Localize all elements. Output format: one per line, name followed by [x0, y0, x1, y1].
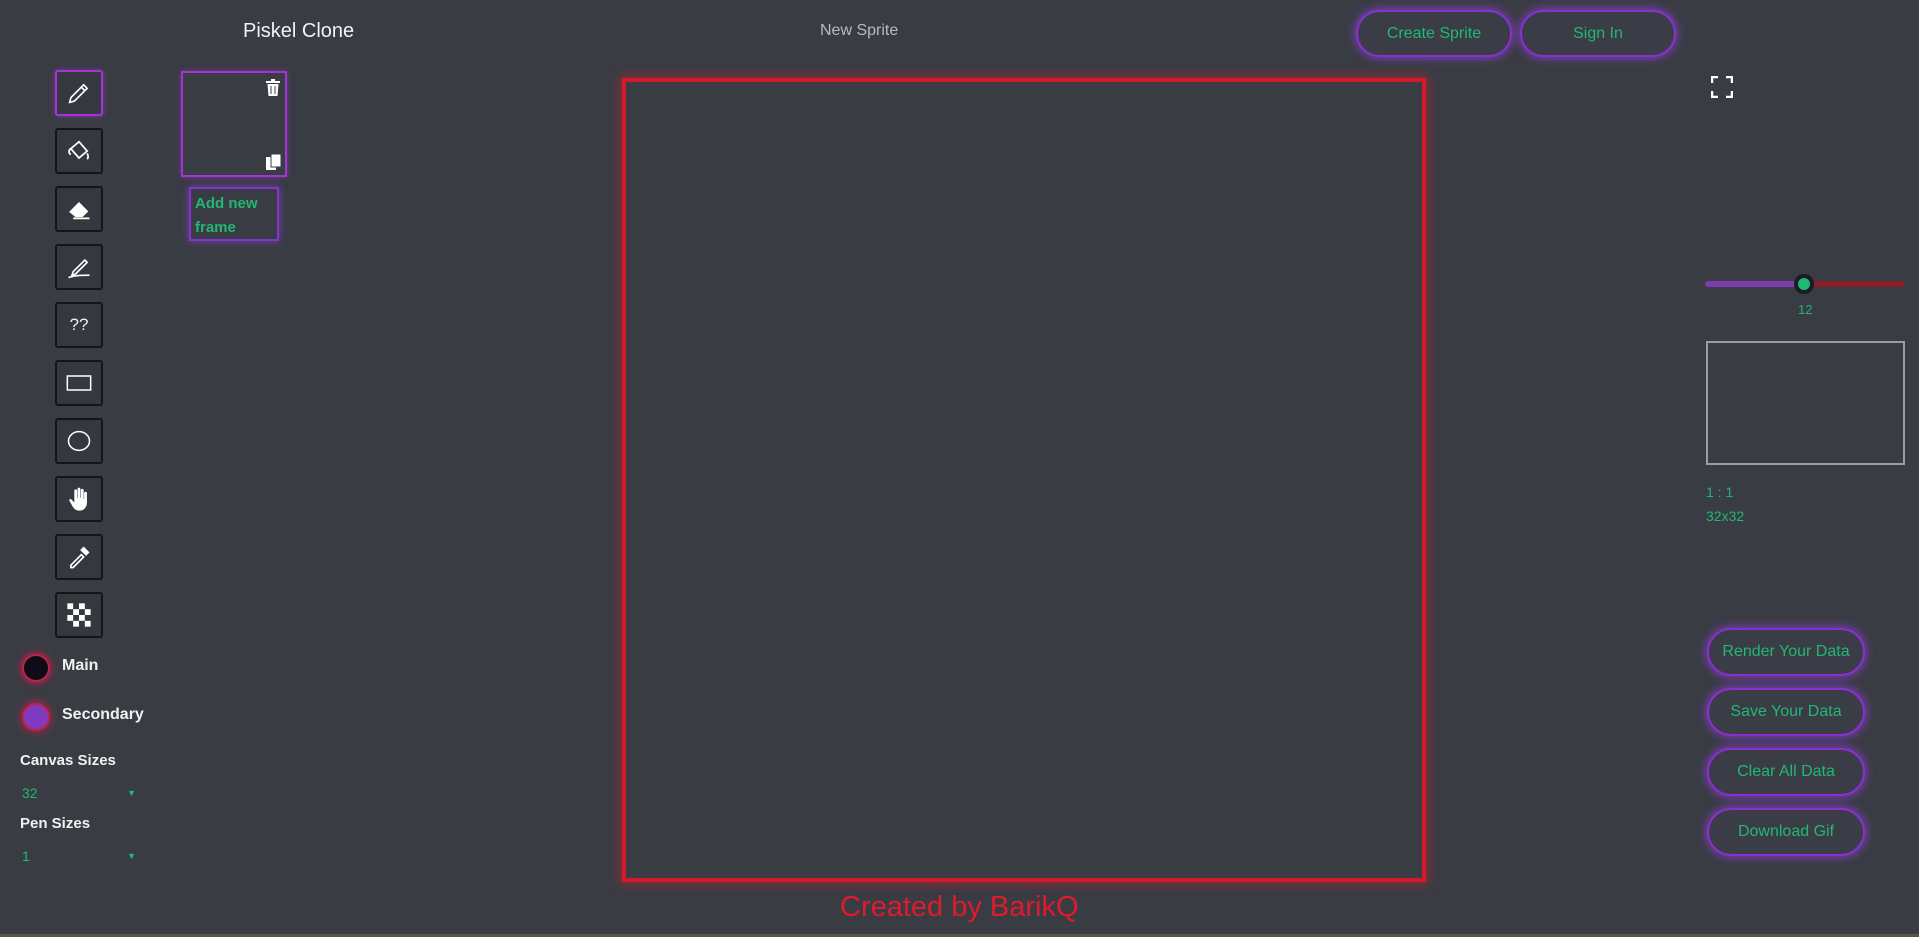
- save-data-button[interactable]: Save Your Data: [1707, 688, 1865, 736]
- canvas-dimensions: 32x32: [1706, 508, 1745, 524]
- canvas-size-value: 32: [22, 785, 38, 801]
- eyedropper-icon: [70, 546, 90, 569]
- unknown-tool-label: ??: [69, 315, 89, 334]
- frame-thumbnail[interactable]: [181, 71, 287, 177]
- pencil-icon: [68, 83, 89, 104]
- tool-paint-bucket[interactable]: [55, 128, 103, 174]
- pen-sizes-label: Pen Sizes: [20, 815, 91, 832]
- secondary-color-label: Secondary: [62, 706, 144, 723]
- tool-pen[interactable]: [55, 70, 103, 116]
- tool-rectangle[interactable]: [55, 360, 103, 406]
- tool-color-picker[interactable]: [55, 534, 103, 580]
- checkerboard-icon: [67, 603, 91, 627]
- tool-dithering[interactable]: [55, 592, 103, 638]
- circle-icon: [67, 430, 91, 452]
- add-new-frame-button[interactable]: Add new frame: [189, 187, 279, 241]
- fullscreen-icon[interactable]: [1711, 76, 1733, 98]
- tool-unknown[interactable]: ??: [55, 302, 103, 348]
- render-data-button[interactable]: Render Your Data: [1707, 628, 1865, 676]
- pen-size-value: 1: [22, 848, 30, 864]
- main-color-label: Main: [62, 657, 99, 674]
- chevron-down-icon: ▼: [127, 788, 136, 798]
- create-sprite-button[interactable]: Create Sprite: [1356, 10, 1512, 57]
- eraser-icon: [67, 202, 90, 220]
- duplicate-icon[interactable]: [265, 153, 283, 171]
- animation-preview: [1706, 341, 1905, 465]
- pen-size-select[interactable]: 1 ▼: [22, 846, 136, 866]
- sprite-name[interactable]: New Sprite: [820, 22, 898, 40]
- fps-value: 12: [1798, 302, 1813, 317]
- chevron-down-icon: ▼: [127, 851, 136, 861]
- zoom-ratio: 1 : 1: [1706, 484, 1734, 500]
- fps-slider-thumb[interactable]: [1794, 274, 1814, 294]
- tool-eraser[interactable]: [55, 186, 103, 232]
- tool-move[interactable]: [55, 476, 103, 522]
- secondary-color-swatch[interactable]: [22, 703, 50, 731]
- footer-credit: Created by BarikQ: [840, 891, 1079, 923]
- clear-data-button[interactable]: Clear All Data: [1707, 748, 1865, 796]
- main-color-swatch[interactable]: [22, 654, 50, 682]
- stroke-icon: [68, 258, 90, 279]
- canvas-sizes-label: Canvas Sizes: [20, 752, 116, 769]
- rectangle-icon: [66, 375, 92, 391]
- sign-in-button[interactable]: Sign In: [1520, 10, 1676, 57]
- paint-bucket-icon: [68, 140, 89, 160]
- app-title: Piskel Clone: [243, 20, 355, 42]
- download-gif-button[interactable]: Download Gif: [1707, 808, 1865, 856]
- drawing-canvas[interactable]: [622, 78, 1426, 882]
- hand-icon: [69, 487, 87, 511]
- canvas-size-select[interactable]: 32 ▼: [22, 783, 136, 803]
- trash-icon[interactable]: [265, 79, 281, 97]
- tool-circle[interactable]: [55, 418, 103, 464]
- tool-stroke[interactable]: [55, 244, 103, 290]
